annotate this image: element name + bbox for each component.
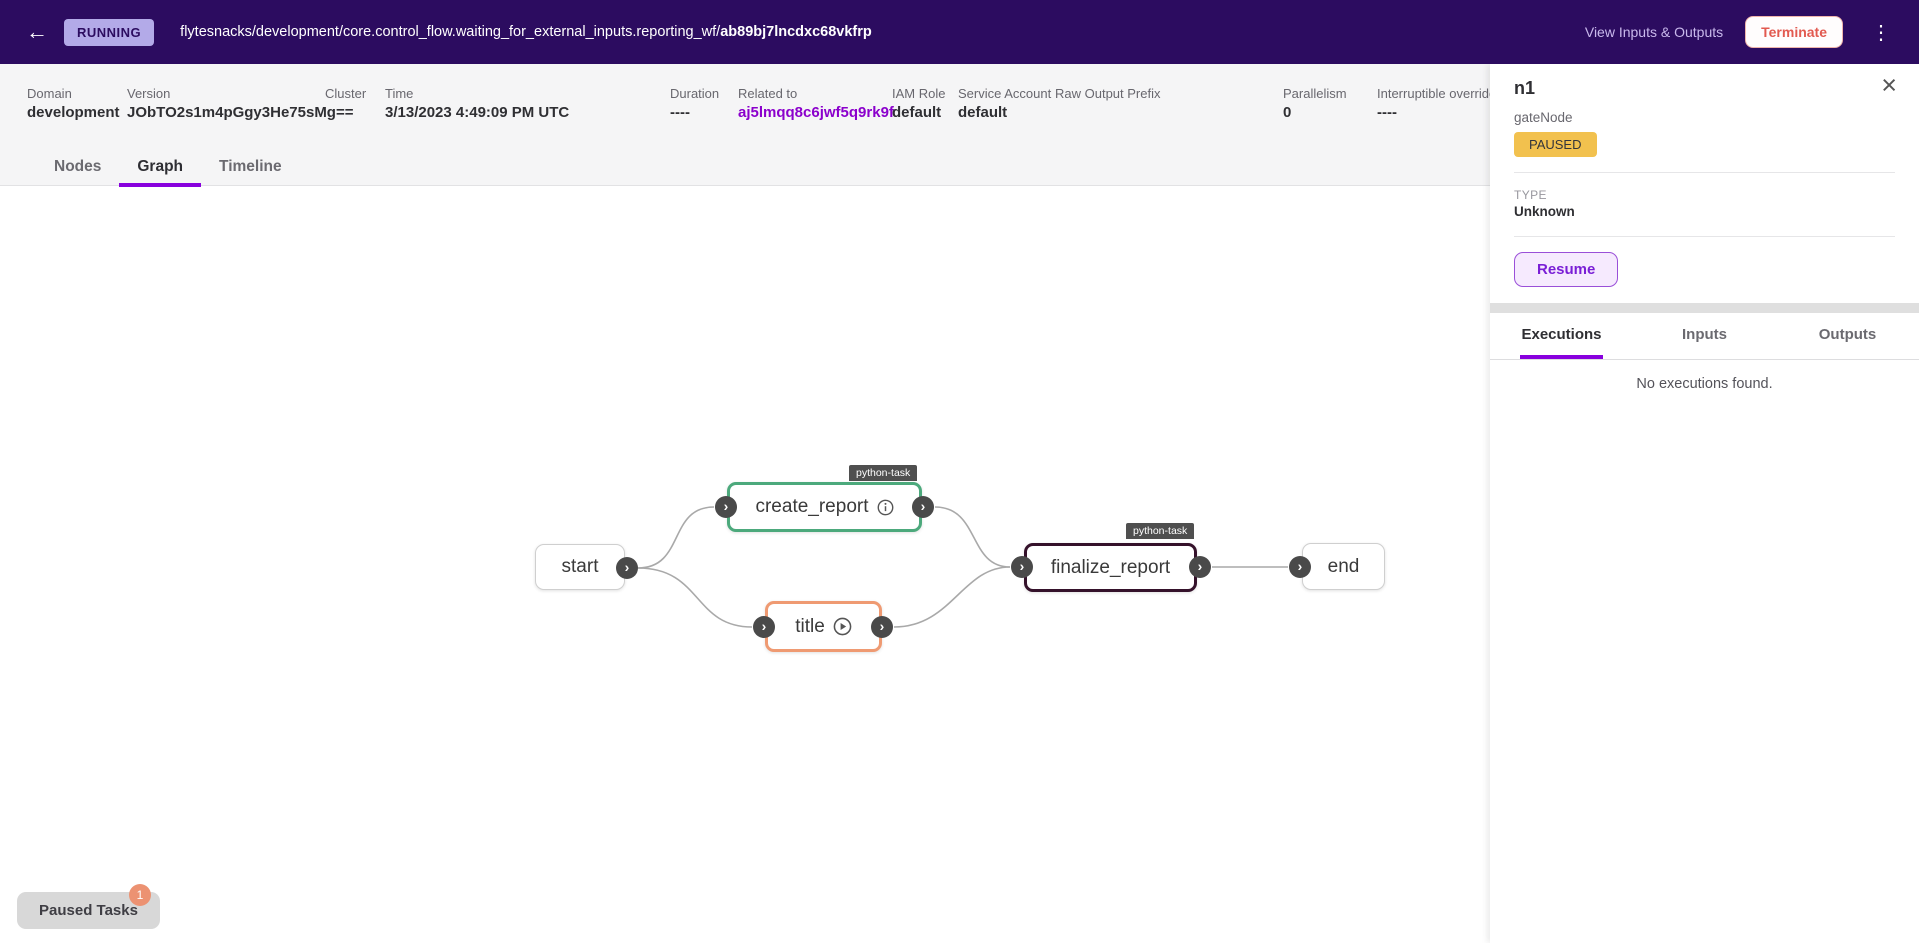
meta-cluster: Cluster: [325, 86, 366, 104]
workflow-graph-canvas[interactable]: start python-task create_report title py…: [0, 186, 1490, 943]
edge-start-create-report: [638, 507, 714, 568]
node-label: create_report: [755, 496, 868, 518]
panel-node-type: gateNode: [1514, 110, 1573, 125]
panel-node-title: n1: [1514, 78, 1535, 99]
meta-label: Duration: [670, 86, 719, 101]
info-icon[interactable]: [877, 499, 894, 516]
meta-value: 0: [1283, 104, 1347, 121]
edge-title-finalize: [894, 567, 1010, 627]
meta-time: Time 3/13/2023 4:49:09 PM UTC: [385, 86, 569, 121]
breadcrumb: flytesnacks/development/core.control_flo…: [180, 24, 872, 40]
meta-label: IAM Role: [892, 86, 945, 101]
resume-button[interactable]: Resume: [1514, 252, 1618, 287]
meta-duration: Duration ----: [670, 86, 719, 121]
meta-label: Parallelism: [1283, 86, 1347, 101]
port-finalize-report-in: ›: [1011, 556, 1033, 578]
tab-outputs[interactable]: Outputs: [1776, 313, 1919, 359]
meta-label: Service Account: [958, 86, 1051, 101]
meta-service-account: Service Account default: [958, 86, 1051, 121]
meta-label: Time: [385, 86, 569, 101]
port-finalize-report-out: ›: [1189, 556, 1211, 578]
node-label: title: [795, 616, 825, 638]
node-label: start: [562, 556, 599, 578]
meta-related-to: Related to aj5lmqq8c6jwf5q9rk9f: [738, 86, 894, 121]
close-icon[interactable]: ×: [1881, 70, 1897, 101]
tab-timeline[interactable]: Timeline: [201, 150, 300, 186]
back-icon[interactable]: ←: [22, 19, 52, 45]
meta-interruptible-override: Interruptible override ----: [1377, 86, 1496, 121]
divider: [1514, 236, 1895, 237]
tab-executions[interactable]: Executions: [1490, 313, 1633, 359]
port-start-out: ›: [616, 557, 638, 579]
meta-raw-output-prefix: Raw Output Prefix: [1055, 86, 1161, 104]
meta-value: default: [958, 104, 1051, 121]
tab-inputs[interactable]: Inputs: [1633, 313, 1776, 359]
type-value: Unknown: [1514, 204, 1575, 219]
node-label: finalize_report: [1051, 557, 1170, 579]
meta-label: Version: [127, 86, 354, 101]
meta-value: development: [27, 104, 120, 121]
type-label: TYPE: [1514, 188, 1547, 202]
divider: [1514, 172, 1895, 173]
graph-node-start[interactable]: start: [535, 544, 625, 590]
execution-status-badge: RUNNING: [64, 19, 154, 46]
meta-parallelism: Parallelism 0: [1283, 86, 1347, 121]
view-tabs: Nodes Graph Timeline: [36, 150, 300, 186]
port-title-in: ›: [753, 616, 775, 638]
panel-tabs: Executions Inputs Outputs: [1490, 313, 1919, 360]
port-end-in: ›: [1289, 556, 1311, 578]
edge-start-title: [638, 568, 752, 627]
graph-node-end[interactable]: end: [1302, 543, 1385, 590]
meta-label: Interruptible override: [1377, 86, 1496, 101]
node-status-badge: PAUSED: [1514, 132, 1597, 157]
port-title-out: ›: [871, 616, 893, 638]
meta-value: ----: [1377, 104, 1496, 121]
tab-nodes[interactable]: Nodes: [36, 150, 119, 186]
task-type-tag: python-task: [1126, 523, 1194, 539]
meta-iam-role: IAM Role default: [892, 86, 945, 121]
meta-version: Version JObTO2s1m4pGgy3He75sMg==: [127, 86, 354, 121]
node-details-panel: n1 × gateNode PAUSED TYPE Unknown Resume…: [1490, 64, 1919, 943]
port-create-report-out: ›: [912, 496, 934, 518]
empty-executions-message: No executions found.: [1490, 376, 1919, 392]
meta-label: Related to: [738, 86, 894, 101]
terminate-button[interactable]: Terminate: [1745, 16, 1843, 48]
kebab-menu-icon[interactable]: ⋮: [1865, 20, 1897, 45]
view-inputs-outputs-link[interactable]: View Inputs & Outputs: [1585, 24, 1723, 40]
breadcrumb-execution-id: ab89bj7lncdxc68vkfrp: [720, 24, 872, 40]
play-icon[interactable]: [833, 617, 852, 636]
related-execution-link[interactable]: aj5lmqq8c6jwf5q9rk9f: [738, 104, 894, 121]
meta-value: JObTO2s1m4pGgy3He75sMg==: [127, 104, 354, 121]
task-type-tag: python-task: [849, 465, 917, 481]
meta-label: Raw Output Prefix: [1055, 86, 1161, 101]
graph-node-title[interactable]: title: [765, 601, 882, 652]
top-bar: ← RUNNING flytesnacks/development/core.c…: [0, 0, 1919, 64]
meta-value: 3/13/2023 4:49:09 PM UTC: [385, 104, 569, 121]
graph-node-create-report[interactable]: create_report: [727, 482, 922, 532]
meta-label: Cluster: [325, 86, 366, 101]
tab-graph[interactable]: Graph: [119, 150, 201, 186]
graph-edges: [0, 186, 1490, 943]
meta-value: ----: [670, 104, 719, 121]
graph-node-finalize-report[interactable]: finalize_report: [1024, 543, 1197, 592]
breadcrumb-path: flytesnacks/development/core.control_flo…: [180, 24, 720, 40]
node-label: end: [1328, 556, 1360, 578]
meta-label: Domain: [27, 86, 120, 101]
edge-create-report-finalize: [935, 507, 1010, 567]
meta-value: default: [892, 104, 945, 121]
meta-domain: Domain development: [27, 86, 120, 121]
port-create-report-in: ›: [715, 496, 737, 518]
paused-tasks-count-badge: 1: [129, 884, 151, 906]
panel-section-divider: [1490, 303, 1919, 313]
